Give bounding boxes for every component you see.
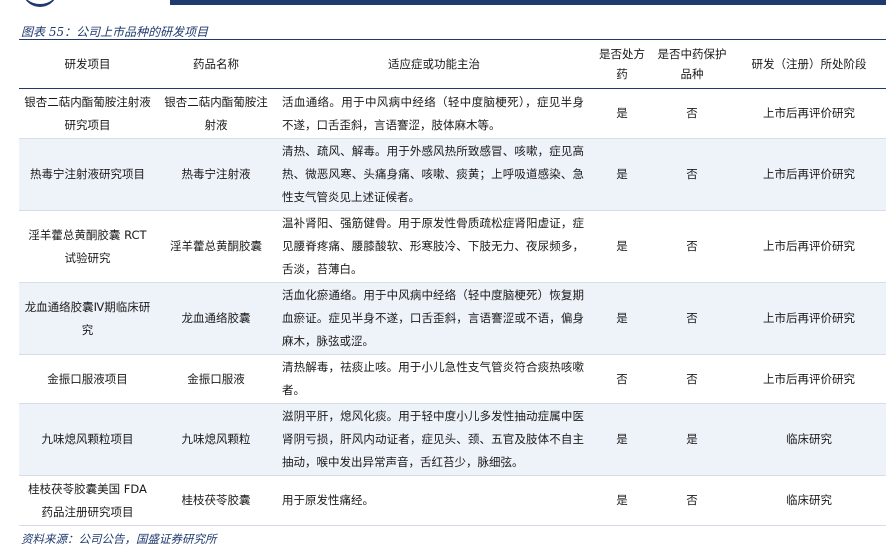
cell-stage: 上市后再评价研究 xyxy=(732,354,886,404)
cell-project: 热毒宁注射液研究项目 xyxy=(19,138,156,211)
figure-caption: 图表 55：公司上市品种的研发项目 xyxy=(21,25,209,39)
cell-drug: 桂枝茯苓胶囊 xyxy=(156,475,276,526)
table-row: 金振口服液项目 金振口服液 清热解毒，祛痰止咳。用于小儿急性支气管炎符合痰热咳嗽者。… xyxy=(19,354,886,404)
cell-prescription: 是 xyxy=(592,475,652,526)
cell-drug: 热毒宁注射液 xyxy=(156,138,276,211)
header-stage: 研发（注册）所处阶段 xyxy=(732,39,886,89)
cell-drug: 淫羊藿总黄酮胶囊 xyxy=(156,210,276,283)
cell-project: 龙血通络胶囊Ⅳ期临床研究 xyxy=(19,282,156,355)
cell-protected: 否 xyxy=(652,354,732,404)
header-project: 研发项目 xyxy=(19,39,156,89)
cell-drug: 金振口服液 xyxy=(156,354,276,404)
cell-drug: 九味熄风颗粒 xyxy=(156,403,276,476)
rd-table-container: 研发项目 药品名称 适应症或功能主治 是否处方药 是否中药保护品种 研发（注册）… xyxy=(19,39,886,526)
table-row: 银杏二萜内酯葡胺注射液研究项目 银杏二萜内酯葡胺注射液 活血通络。用于中风病中经络（… xyxy=(19,88,886,139)
cell-project: 桂枝茯苓胶囊美国 FDA 药品注册研究项目 xyxy=(19,475,156,526)
cell-prescription: 是 xyxy=(592,282,652,355)
cell-project: 金振口服液项目 xyxy=(19,354,156,404)
cell-stage: 上市后再评价研究 xyxy=(732,282,886,355)
header-drug: 药品名称 xyxy=(156,39,276,89)
cell-indication: 活血化瘀通络。用于中风病中经络（轻中度脑梗死）恢复期血瘀证。症见半身不遂，口舌歪… xyxy=(276,282,592,355)
logo-mark xyxy=(22,0,58,7)
cell-indication: 清热、疏风、解毒。用于外感风热所致感冒、咳嗽，症见高热、微恶风寒、头痛身痛、咳嗽… xyxy=(276,138,592,211)
cell-prescription: 是 xyxy=(592,138,652,211)
table-row: 九味熄风颗粒项目 九味熄风颗粒 滋阴平肝，熄风化痰。用于轻中度小儿多发性抽动症属中医… xyxy=(19,403,886,476)
cell-indication: 滋阴平肝，熄风化痰。用于轻中度小儿多发性抽动症属中医肾阴亏损，肝风内动证者，症见… xyxy=(276,403,592,476)
cell-protected: 否 xyxy=(652,210,732,283)
header-rule xyxy=(170,0,886,5)
cell-stage: 临床研究 xyxy=(732,475,886,526)
cell-protected: 否 xyxy=(652,88,732,139)
cell-stage: 上市后再评价研究 xyxy=(732,88,886,139)
header-protected: 是否中药保护品种 xyxy=(652,39,732,89)
cell-stage: 上市后再评价研究 xyxy=(732,210,886,283)
cell-project: 银杏二萜内酯葡胺注射液研究项目 xyxy=(19,88,156,139)
cell-drug: 龙血通络胶囊 xyxy=(156,282,276,355)
cell-project: 淫羊藿总黄酮胶囊 RCT 试验研究 xyxy=(19,210,156,283)
table-header-row: 研发项目 药品名称 适应症或功能主治 是否处方药 是否中药保护品种 研发（注册）… xyxy=(19,39,886,89)
source-note: 资料来源：公司公告，国盛证券研究所 xyxy=(21,532,217,546)
cell-indication: 活血通络。用于中风病中经络（轻中度脑梗死），症见半身不遂，口舌歪斜，言语謇涩，肢… xyxy=(276,88,592,139)
header-prescription: 是否处方药 xyxy=(592,39,652,89)
table-row: 龙血通络胶囊Ⅳ期临床研究 龙血通络胶囊 活血化瘀通络。用于中风病中经络（轻中度脑梗死… xyxy=(19,282,886,355)
cell-indication: 温补肾阳、强筋健骨。用于原发性骨质疏松症肾阳虚证，症见腰脊疼痛、腰膝酸软、形寒肢… xyxy=(276,210,592,283)
cell-protected: 否 xyxy=(652,475,732,526)
cell-protected: 否 xyxy=(652,282,732,355)
cell-protected: 否 xyxy=(652,138,732,211)
header-indication: 适应症或功能主治 xyxy=(276,39,592,89)
table-row: 淫羊藿总黄酮胶囊 RCT 试验研究 淫羊藿总黄酮胶囊 温补肾阳、强筋健骨。用于原发性… xyxy=(19,210,886,283)
cell-prescription: 是 xyxy=(592,403,652,476)
rd-projects-table: 研发项目 药品名称 适应症或功能主治 是否处方药 是否中药保护品种 研发（注册）… xyxy=(19,39,886,526)
cell-prescription: 否 xyxy=(592,354,652,404)
cell-prescription: 是 xyxy=(592,88,652,139)
cell-protected: 是 xyxy=(652,403,732,476)
cell-stage: 上市后再评价研究 xyxy=(732,138,886,211)
cell-prescription: 是 xyxy=(592,210,652,283)
cell-indication: 用于原发性痛经。 xyxy=(276,475,592,526)
cell-drug: 银杏二萜内酯葡胺注射液 xyxy=(156,88,276,139)
cell-indication: 清热解毒，祛痰止咳。用于小儿急性支气管炎符合痰热咳嗽者。 xyxy=(276,354,592,404)
cell-project: 九味熄风颗粒项目 xyxy=(19,403,156,476)
cell-stage: 临床研究 xyxy=(732,403,886,476)
table-row: 热毒宁注射液研究项目 热毒宁注射液 清热、疏风、解毒。用于外感风热所致感冒、咳嗽，症… xyxy=(19,138,886,211)
table-row: 桂枝茯苓胶囊美国 FDA 药品注册研究项目 桂枝茯苓胶囊 用于原发性痛经。是否临床研… xyxy=(19,475,886,526)
